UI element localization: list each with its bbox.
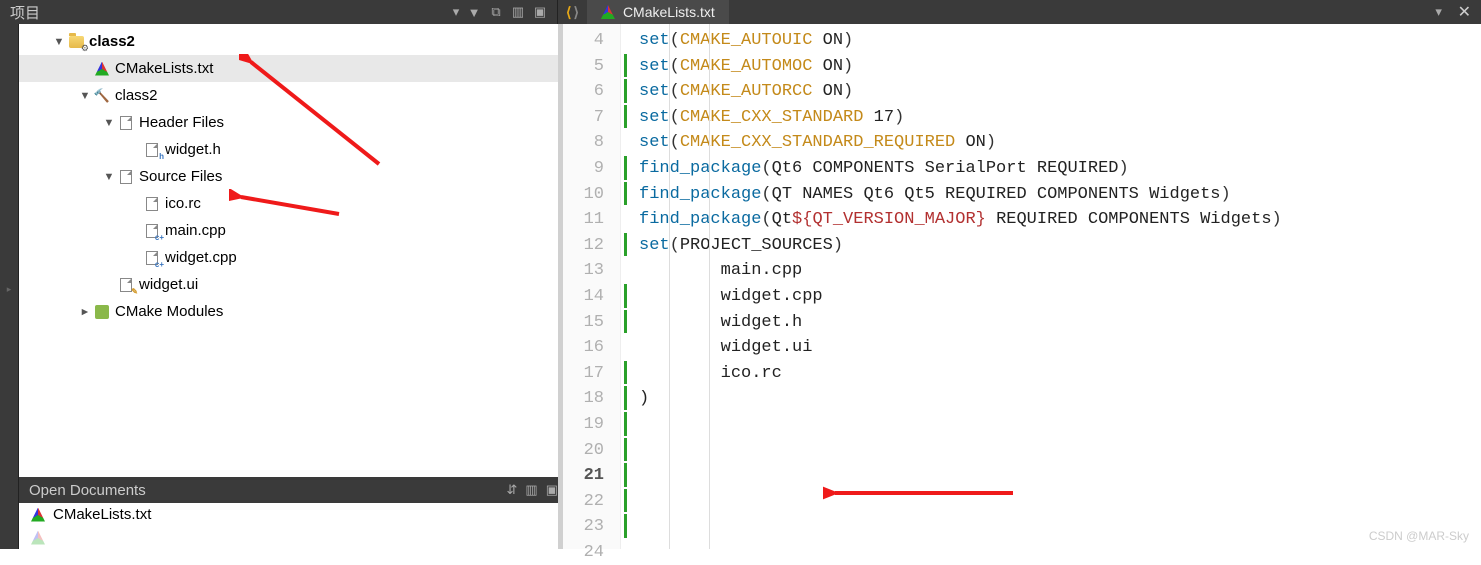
open-document-item[interactable] bbox=[19, 526, 558, 549]
nav-forward-icon[interactable]: ⟩ bbox=[573, 4, 578, 21]
project-tree[interactable]: ▼⚙ class2 ▼ CMakeLists.txt ▼🔨 class2 ▼ H… bbox=[19, 24, 558, 477]
tab-close-icon[interactable]: ✕ bbox=[1448, 2, 1481, 22]
tree-node-modules[interactable]: ▼ CMake Modules bbox=[19, 298, 558, 325]
tree-node-file[interactable]: ·c+ widget.cpp bbox=[19, 244, 558, 271]
tree-node-file[interactable]: · ico.rc bbox=[19, 190, 558, 217]
watermark: CSDN @MAR-Sky bbox=[1369, 529, 1469, 543]
tree-node-headers[interactable]: ▼ Header Files bbox=[19, 109, 558, 136]
drag-handle-icon[interactable]: ▸ bbox=[0, 284, 18, 295]
tree-label: CMakeLists.txt bbox=[111, 60, 213, 77]
open-document-label: CMakeLists.txt bbox=[53, 506, 151, 523]
cmake-icon bbox=[601, 5, 615, 19]
open-documents-header: Open Documents ⇵ ▥ ▣ bbox=[19, 477, 558, 503]
tree-label: Header Files bbox=[135, 114, 224, 131]
open-documents-title: Open Documents bbox=[29, 482, 146, 499]
project-panel-title: 项目 bbox=[0, 2, 447, 23]
tree-label: widget.cpp bbox=[161, 249, 237, 266]
split-icon[interactable]: ▥ bbox=[509, 3, 527, 21]
code-editor[interactable]: 456789101112131415161718192021222324 set… bbox=[563, 24, 1481, 549]
tree-node-target[interactable]: ▼🔨 class2 bbox=[19, 82, 558, 109]
project-panel-header: 项目 ▾ ▼ ⧉ ▥ ▣ bbox=[0, 0, 558, 24]
tree-node-project[interactable]: ▼⚙ class2 bbox=[19, 28, 558, 55]
tab-label: CMakeLists.txt bbox=[623, 4, 715, 20]
tree-label: Source Files bbox=[135, 168, 222, 185]
tree-label: class2 bbox=[111, 87, 158, 104]
open-documents-list: CMakeLists.txt bbox=[19, 503, 558, 549]
tree-label: CMake Modules bbox=[111, 303, 223, 320]
tree-label: class2 bbox=[85, 33, 135, 50]
tree-label: widget.ui bbox=[135, 276, 198, 293]
tree-label: main.cpp bbox=[161, 222, 226, 239]
close-panel-icon[interactable]: ▣ bbox=[531, 3, 549, 21]
tree-node-cmakelists[interactable]: ▼ CMakeLists.txt bbox=[19, 55, 558, 82]
annotation-arrow bbox=[823, 483, 1023, 503]
change-marks bbox=[621, 24, 633, 549]
tree-node-sources[interactable]: ▼ Source Files bbox=[19, 163, 558, 190]
project-sidebar: ▼⚙ class2 ▼ CMakeLists.txt ▼🔨 class2 ▼ H… bbox=[19, 24, 558, 549]
tree-node-file[interactable]: ·c+ main.cpp bbox=[19, 217, 558, 244]
dropdown-icon[interactable]: ▾ bbox=[447, 3, 465, 21]
open-document-item[interactable]: CMakeLists.txt bbox=[19, 503, 558, 526]
activity-bar: ▸ bbox=[0, 24, 19, 549]
tree-node-file[interactable]: ·h widget.h bbox=[19, 136, 558, 163]
tree-label: widget.h bbox=[161, 141, 221, 158]
split-icon[interactable]: ▥ bbox=[525, 482, 537, 498]
top-toolbar: 项目 ▾ ▼ ⧉ ▥ ▣ ⟨ ⟩ CMakeLists.txt ▾ ✕ bbox=[0, 0, 1481, 24]
tree-label: ico.rc bbox=[161, 195, 201, 212]
code-area[interactable]: set(CMAKE_AUTOUIC ON)set(CMAKE_AUTOMOC O… bbox=[633, 24, 1481, 549]
line-gutter: 456789101112131415161718192021222324 bbox=[563, 24, 621, 549]
tab-dropdown-icon[interactable]: ▾ bbox=[1430, 3, 1448, 21]
editor-tabbar: ⟨ ⟩ CMakeLists.txt ▾ ✕ bbox=[558, 0, 1481, 24]
link-icon[interactable]: ⧉ bbox=[487, 3, 505, 21]
editor-tab[interactable]: CMakeLists.txt bbox=[587, 0, 729, 24]
tree-node-file[interactable]: ·✎ widget.ui bbox=[19, 271, 558, 298]
sort-icon[interactable]: ⇵ bbox=[507, 482, 518, 498]
close-icon[interactable]: ▣ bbox=[546, 482, 558, 498]
nav-back-icon[interactable]: ⟨ bbox=[566, 4, 571, 21]
filter-icon[interactable]: ▼ bbox=[465, 3, 483, 21]
